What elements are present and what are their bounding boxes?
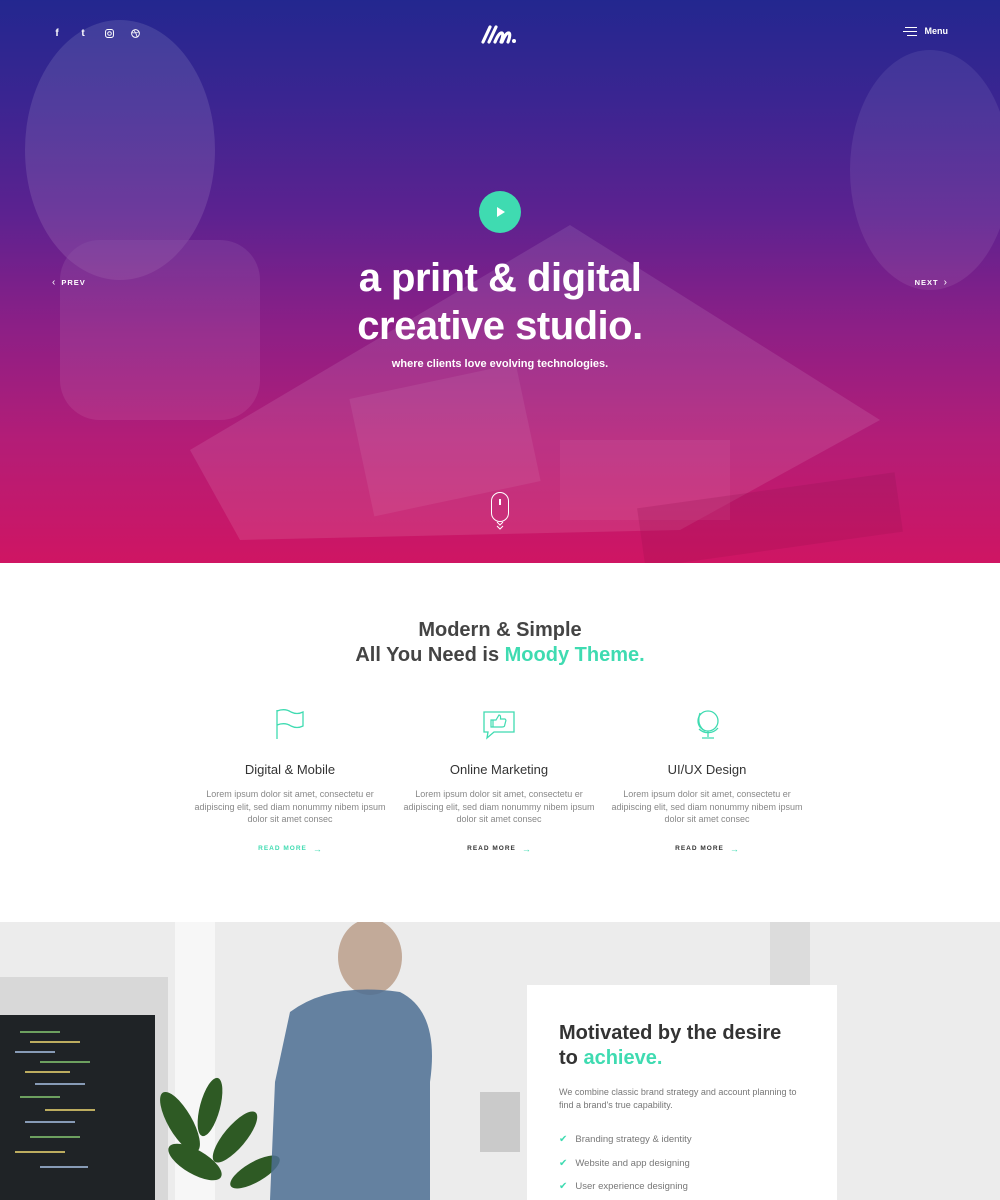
hero-section: f t Menu ‹ PREV NEXT › a print & digital: [0, 0, 1000, 563]
list-item: ✔ Website and app designing: [559, 1152, 805, 1176]
about-title-accent: achieve.: [583, 1047, 663, 1069]
read-more-label: READ MORE: [467, 845, 516, 852]
read-more-link[interactable]: READ MORE →: [467, 844, 531, 854]
feature-text: Lorem ipsum dolor sit amet, consectetu e…: [194, 789, 386, 824]
hamburger-icon: [902, 24, 917, 39]
feature-ui-ux-design: UI/UX Design Lorem ipsum dolor sit amet,…: [607, 707, 807, 855]
read-more-label: READ MORE: [258, 845, 307, 852]
about-title-line-1: Motivated by the desire: [559, 1022, 782, 1044]
list-item-label: Branding strategy & identity: [575, 1134, 692, 1146]
hero-subtitle: where clients love evolving technologies…: [391, 358, 609, 370]
arrow-right-icon: →: [521, 843, 531, 854]
instagram-icon[interactable]: [102, 26, 116, 40]
feature-digital-mobile: Digital & Mobile Lorem ipsum dolor sit a…: [190, 707, 390, 855]
read-more-label: READ MORE: [675, 845, 724, 852]
scroll-mouse-icon[interactable]: [491, 492, 509, 522]
list-item: ✔ User experience designing: [559, 1175, 805, 1199]
list-item-label: Website and app designing: [575, 1157, 690, 1169]
read-more-link[interactable]: READ MORE →: [675, 844, 739, 854]
check-icon: ✔: [559, 1134, 568, 1146]
features-heading-line-2: All You Need is Moody Theme.: [0, 644, 1000, 667]
about-feature-list: ✔ Branding strategy & identity ✔ Website…: [559, 1128, 805, 1199]
menu-button[interactable]: Menu: [902, 24, 949, 39]
features-heading-accent: Moody Theme.: [504, 644, 645, 666]
globe-icon: [697, 710, 719, 739]
feature-title: UI/UX Design: [667, 762, 747, 777]
menu-label: Menu: [924, 26, 949, 37]
feature-title: Online Marketing: [449, 762, 549, 777]
hero-title: a print & digital creative studio.: [0, 254, 1000, 350]
facebook-icon[interactable]: f: [50, 26, 64, 40]
features-section: Modern & Simple All You Need is Moody Th…: [0, 563, 1000, 922]
about-card: Motivated by the desire to achieve. We c…: [527, 985, 837, 1200]
thumbs-up-chat-icon: [483, 711, 515, 740]
feature-text: Lorem ipsum dolor sit amet, consectetu e…: [611, 789, 803, 824]
list-item: ✔ Branding strategy & identity: [559, 1128, 805, 1152]
feature-online-marketing: Online Marketing Lorem ipsum dolor sit a…: [399, 707, 599, 855]
check-icon: ✔: [559, 1157, 568, 1169]
about-section: Motivated by the desire to achieve. We c…: [0, 922, 1000, 1200]
play-video-button[interactable]: [479, 191, 521, 233]
social-links: f t: [50, 26, 142, 40]
arrow-right-icon: →: [312, 843, 322, 854]
hero-title-line-1: a print & digital: [358, 256, 642, 300]
brand-logo[interactable]: [480, 22, 520, 46]
feature-text: Lorem ipsum dolor sit amet, consectetu e…: [403, 789, 595, 824]
office-background-photo: [0, 922, 1000, 1200]
features-heading-line-1: Modern & Simple: [418, 619, 582, 641]
read-more-link[interactable]: READ MORE →: [258, 844, 322, 854]
feature-title: Digital & Mobile: [244, 762, 336, 777]
list-item-label: User experience designing: [575, 1181, 688, 1193]
arrow-right-icon: →: [729, 843, 739, 854]
flag-icon: [276, 709, 304, 739]
double-chevron-down-icon[interactable]: [494, 521, 506, 533]
features-heading-prefix: All You Need is: [355, 644, 500, 666]
top-navigation: f t Menu: [0, 0, 1000, 70]
hero-title-line-2: creative studio.: [357, 304, 643, 348]
dribbble-icon[interactable]: [128, 26, 142, 40]
about-title: Motivated by the desire to achieve.: [559, 1021, 805, 1071]
check-icon: ✔: [559, 1181, 568, 1193]
play-icon: [497, 207, 505, 217]
about-title-prefix: to: [559, 1047, 578, 1069]
about-description: We combine classic brand strategy and ac…: [559, 1087, 797, 1110]
twitter-icon[interactable]: t: [76, 26, 90, 40]
